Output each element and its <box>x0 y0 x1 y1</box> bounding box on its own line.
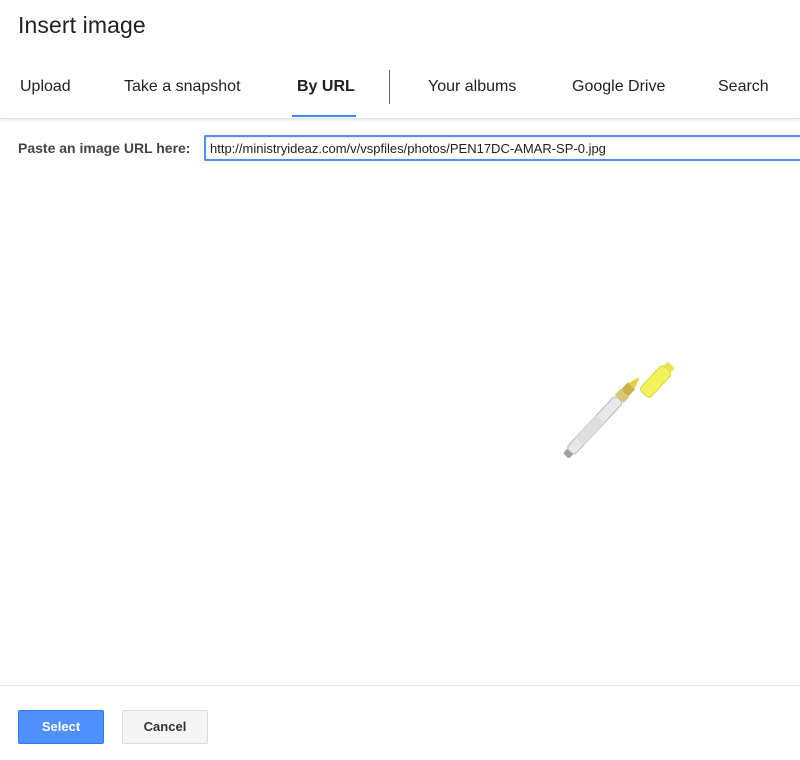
image-preview-area <box>0 180 800 680</box>
tab-by-url[interactable]: By URL <box>297 62 355 118</box>
dialog-title: Insert image <box>18 12 146 38</box>
dialog-footer: Select Cancel <box>0 685 800 760</box>
tab-take-a-snapshot[interactable]: Take a snapshot <box>124 62 241 118</box>
insert-image-dialog: Insert image Upload Take a snapshot By U… <box>0 0 800 760</box>
image-url-input[interactable] <box>204 135 800 161</box>
tab-your-albums[interactable]: Your albums <box>428 62 516 118</box>
url-form: Paste an image URL here: <box>18 133 800 167</box>
cancel-button[interactable]: Cancel <box>122 710 208 744</box>
tab-upload[interactable]: Upload <box>20 62 71 118</box>
tab-divider <box>389 70 390 104</box>
url-label: Paste an image URL here: <box>18 140 191 156</box>
select-button[interactable]: Select <box>18 710 104 744</box>
tab-search[interactable]: Search <box>718 62 769 118</box>
tab-google-drive[interactable]: Google Drive <box>572 62 665 118</box>
active-tab-indicator <box>292 115 356 117</box>
tab-bar: Upload Take a snapshot By URL Your album… <box>0 62 800 119</box>
highlighter-pen-image <box>563 362 675 458</box>
